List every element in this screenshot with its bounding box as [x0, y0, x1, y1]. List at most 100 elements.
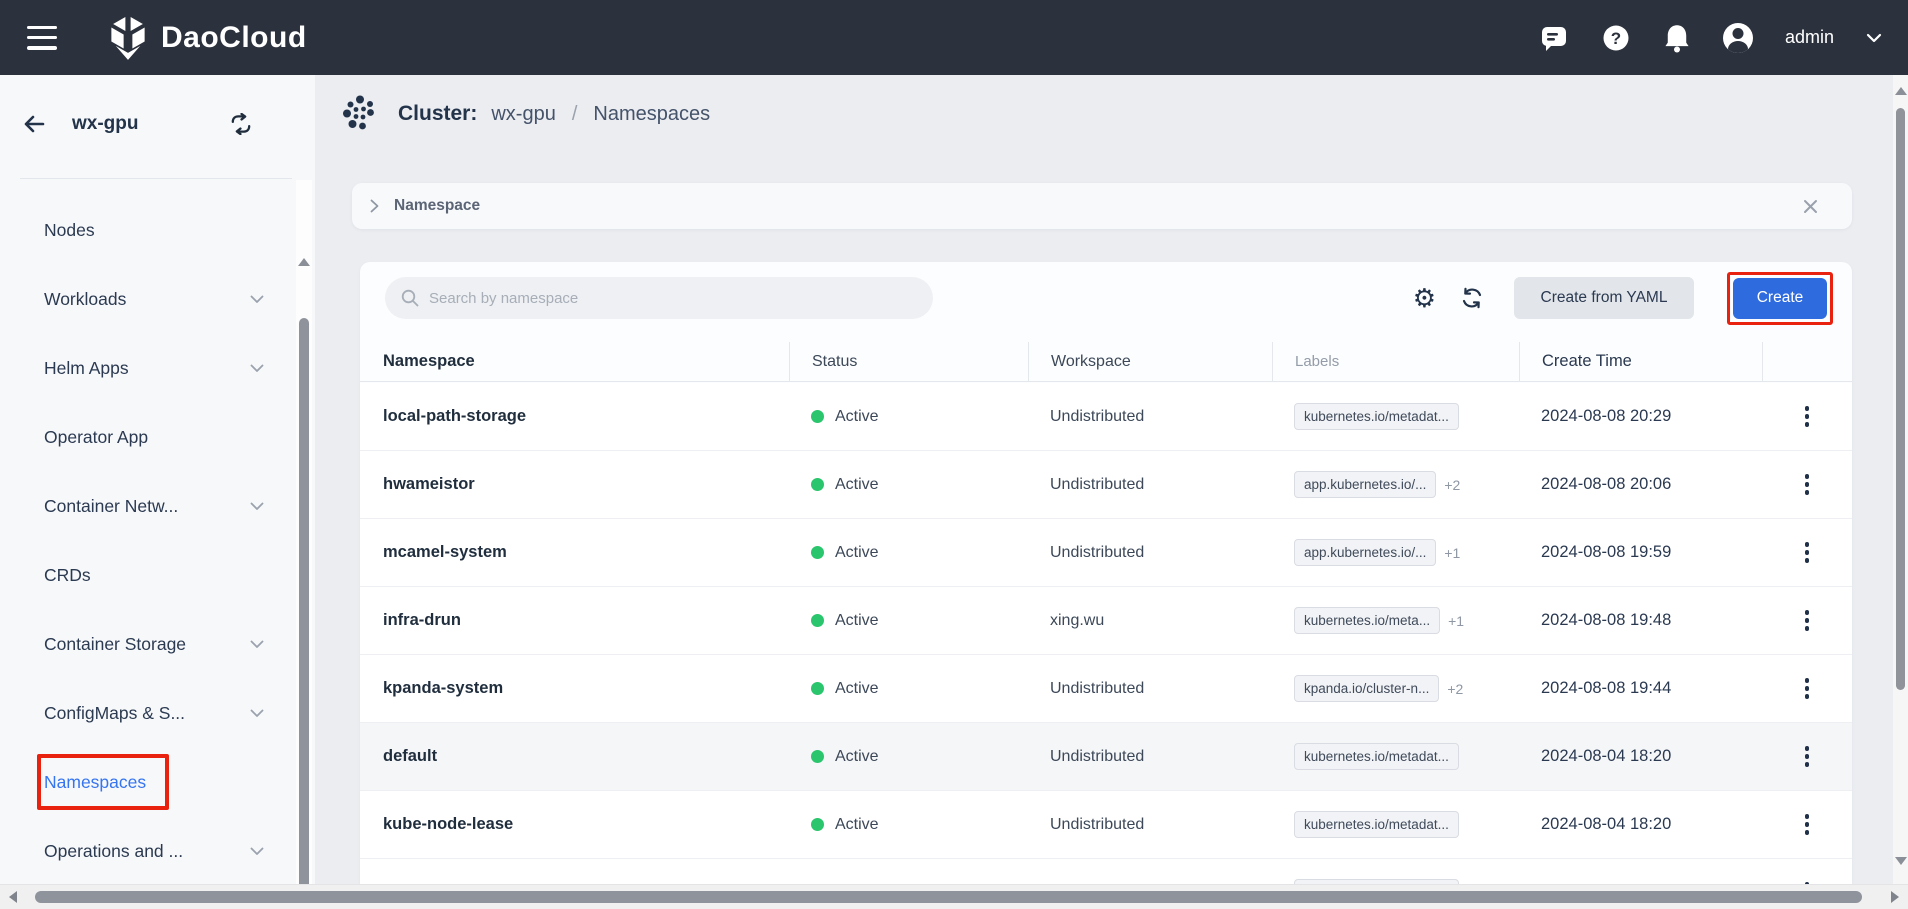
sidebar-item-configmaps-s[interactable]: ConfigMaps & S...: [0, 679, 296, 748]
table-header: Namespace Status Workspace Labels Create…: [360, 342, 1852, 382]
table-row[interactable]: kube-node-lease Active Undistributed kub…: [360, 791, 1852, 859]
label-chip[interactable]: app.kubernetes.io/...: [1294, 539, 1436, 566]
column-header-status[interactable]: Status: [789, 342, 1028, 381]
table-row[interactable]: default Active Undistributed kubernetes.…: [360, 723, 1852, 791]
table-row[interactable]: local-path-storage Active Undistributed …: [360, 383, 1852, 451]
status-dot-icon: [811, 410, 824, 423]
refresh-icon[interactable]: [1460, 286, 1484, 310]
cluster-sidebar: wx-gpu Nodes Workloads: [0, 75, 315, 884]
sidebar-item-workloads[interactable]: Workloads: [0, 265, 296, 334]
namespace-info-panel: Namespace: [352, 183, 1852, 229]
search-box[interactable]: [385, 277, 933, 319]
back-arrow-icon[interactable]: [22, 113, 46, 135]
cluster-switch-icon[interactable]: [229, 113, 253, 135]
namespace-name[interactable]: default: [360, 747, 789, 766]
create-from-yaml-button[interactable]: Create from YAML: [1514, 277, 1694, 319]
kebab-menu-icon[interactable]: [1801, 674, 1814, 703]
label-extra-count[interactable]: +2: [1447, 681, 1463, 697]
workspace-cell: Undistributed: [1028, 680, 1272, 698]
breadcrumb-prefix: Cluster:: [398, 102, 477, 126]
user-menu-chevron-down-icon[interactable]: [1866, 33, 1882, 43]
username-label[interactable]: admin: [1785, 27, 1834, 48]
table-row[interactable]: kpanda-system Active Undistributed kpand…: [360, 655, 1852, 723]
label-chip[interactable]: app.kubernetes.io/...: [1294, 471, 1436, 498]
user-avatar[interactable]: [1723, 23, 1753, 53]
label-chip[interactable]: kubernetes.io/metadat...: [1294, 403, 1459, 430]
label-extra-count[interactable]: +1: [1448, 613, 1464, 629]
column-header-labels[interactable]: Labels: [1272, 342, 1519, 381]
chevron-right-icon[interactable]: [370, 199, 379, 213]
create-time-cell: 2024-08-08 19:44: [1519, 679, 1762, 698]
brand-logo[interactable]: DaoCloud: [107, 15, 307, 61]
create-button[interactable]: Create: [1733, 278, 1827, 319]
namespace-name[interactable]: infra-drun: [360, 611, 789, 630]
vertical-scroll-thumb[interactable]: [1896, 108, 1905, 690]
status-cell: Active: [789, 612, 1028, 630]
table-row[interactable]: hwameistor Active Undistributed app.kube…: [360, 451, 1852, 519]
namespace-name[interactable]: local-path-storage: [360, 407, 789, 426]
label-chip[interactable]: kubernetes.io/metadat...: [1294, 811, 1459, 838]
sidebar-item-operator-app[interactable]: Operator App: [0, 403, 296, 472]
sidebar-item-namespaces[interactable]: Namespaces: [0, 748, 296, 817]
column-header-workspace[interactable]: Workspace: [1028, 342, 1272, 381]
actions-cell: [1762, 538, 1852, 567]
sidebar-item-container-netw[interactable]: Container Netw...: [0, 472, 296, 541]
close-icon[interactable]: [1803, 199, 1818, 214]
kebab-menu-icon[interactable]: [1801, 402, 1814, 431]
sidebar-item-crds[interactable]: CRDs: [0, 541, 296, 610]
hamburger-menu-icon[interactable]: [27, 26, 57, 50]
messages-icon[interactable]: [1539, 23, 1569, 53]
sidebar-item-nodes[interactable]: Nodes: [0, 196, 296, 265]
help-icon[interactable]: ?: [1601, 23, 1631, 53]
sidebar-item-helm-apps[interactable]: Helm Apps: [0, 334, 296, 403]
status-text: Active: [835, 476, 879, 494]
create-time-cell: 2024-08-08 19:48: [1519, 611, 1762, 630]
scroll-down-arrow-icon[interactable]: [1895, 857, 1907, 865]
sidebar-scroll-thumb[interactable]: [299, 318, 309, 909]
notifications-bell-icon[interactable]: [1663, 23, 1691, 53]
kebab-menu-icon[interactable]: [1801, 810, 1814, 839]
namespace-name[interactable]: mcamel-system: [360, 543, 789, 562]
scroll-up-arrow-icon[interactable]: [1895, 87, 1907, 95]
breadcrumb: Cluster: wx-gpu / Namespaces: [342, 95, 710, 133]
vertical-scrollbar[interactable]: [1893, 75, 1908, 884]
sidebar-item-container-storage[interactable]: Container Storage: [0, 610, 296, 679]
scroll-left-arrow-icon[interactable]: [9, 891, 17, 903]
label-chip[interactable]: kubernetes.io/metadat...: [1294, 743, 1459, 770]
namespace-name[interactable]: kube-node-lease: [360, 815, 789, 834]
status-text: Active: [835, 544, 879, 562]
label-chip[interactable]: kubernetes.io/meta...: [1294, 607, 1440, 634]
kebab-menu-icon[interactable]: [1801, 470, 1814, 499]
table-row[interactable]: mcamel-system Active Undistributed app.k…: [360, 519, 1852, 587]
kebab-menu-icon[interactable]: [1801, 742, 1814, 771]
kebab-menu-icon[interactable]: [1801, 538, 1814, 567]
breadcrumb-cluster-link[interactable]: wx-gpu: [491, 103, 555, 126]
label-extra-count[interactable]: +2: [1444, 477, 1460, 493]
gear-icon[interactable]: ⚙: [1413, 285, 1436, 311]
kebab-menu-icon[interactable]: [1801, 606, 1814, 635]
chevron-down-icon: [250, 364, 264, 373]
scroll-right-arrow-icon[interactable]: [1891, 891, 1899, 903]
scroll-up-arrow-icon[interactable]: [298, 258, 310, 266]
table-row[interactable]: kube-public Active Undistributed kuberne…: [360, 859, 1852, 884]
main-content: Cluster: wx-gpu / Namespaces Namespace: [315, 75, 1893, 884]
label-extra-count[interactable]: +1: [1444, 545, 1460, 561]
sidebar-cluster-name: wx-gpu: [72, 113, 139, 135]
namespace-name[interactable]: kpanda-system: [360, 679, 789, 698]
column-header-namespace[interactable]: Namespace: [360, 342, 789, 381]
chevron-down-icon: [250, 847, 264, 856]
labels-cell: kubernetes.io/metadat...: [1272, 811, 1519, 838]
column-header-create-time[interactable]: Create Time: [1519, 342, 1762, 381]
status-text: Active: [835, 680, 879, 698]
label-chip[interactable]: kpanda.io/cluster-n...: [1294, 675, 1439, 702]
sidebar-scrollbar[interactable]: [296, 180, 312, 909]
horizontal-scroll-thumb[interactable]: [35, 891, 1862, 903]
namespace-name[interactable]: hwameistor: [360, 475, 789, 494]
search-input[interactable]: [429, 290, 909, 307]
status-cell: Active: [789, 544, 1028, 562]
labels-cell: kubernetes.io/metadat...: [1272, 403, 1519, 430]
sidebar-item-operations-and[interactable]: Operations and ...: [0, 817, 296, 886]
table-row[interactable]: infra-drun Active xing.wu kubernetes.io/…: [360, 587, 1852, 655]
workspace-cell: Undistributed: [1028, 816, 1272, 834]
horizontal-scrollbar[interactable]: [0, 884, 1908, 909]
